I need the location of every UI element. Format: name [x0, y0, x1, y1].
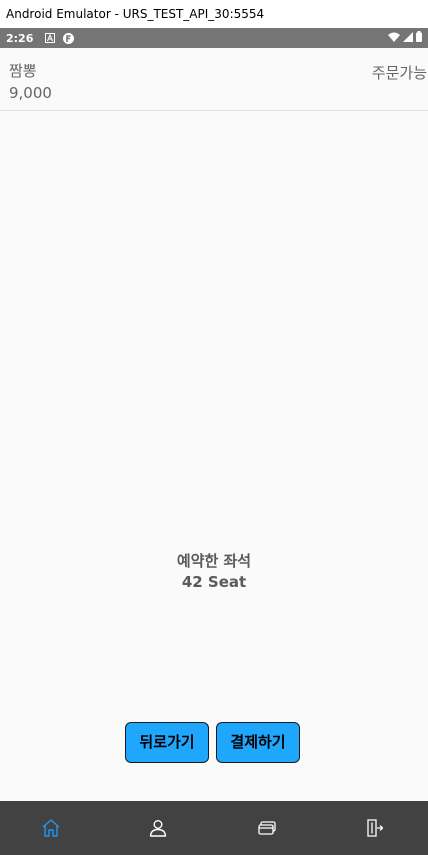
- exit-icon[interactable]: [362, 816, 386, 840]
- person-icon[interactable]: [146, 816, 170, 840]
- wifi-icon: [388, 32, 400, 45]
- a-notification-icon: [45, 33, 56, 43]
- emulator-window-title: Android Emulator - URS_TEST_API_30:5554: [0, 0, 428, 28]
- reserved-seat-label: 예약한 좌석: [176, 552, 252, 570]
- status-right-icons: [388, 31, 422, 45]
- menu-item-status: 주문가능: [371, 64, 427, 82]
- menu-item-row[interactable]: 짬뽕 9,000 주문가능: [0, 48, 428, 111]
- back-button[interactable]: 뒤로가기: [125, 722, 209, 763]
- card-icon[interactable]: [255, 816, 279, 840]
- f-notification-icon: [63, 32, 75, 44]
- bottom-navigation: [0, 801, 428, 855]
- battery-icon: [416, 31, 422, 45]
- signal-icon: [403, 31, 413, 45]
- menu-item-name: 짬뽕: [9, 62, 37, 80]
- menu-item-price: 9,000: [9, 84, 52, 102]
- status-time: 2:26: [6, 31, 34, 45]
- home-icon[interactable]: [39, 816, 63, 840]
- status-bar: 2:26: [0, 28, 428, 48]
- reserved-seat-info: 예약한 좌석 42 Seat: [0, 551, 428, 593]
- pay-button[interactable]: 결제하기: [216, 722, 300, 763]
- reserved-seat-number: 42 Seat: [181, 573, 247, 591]
